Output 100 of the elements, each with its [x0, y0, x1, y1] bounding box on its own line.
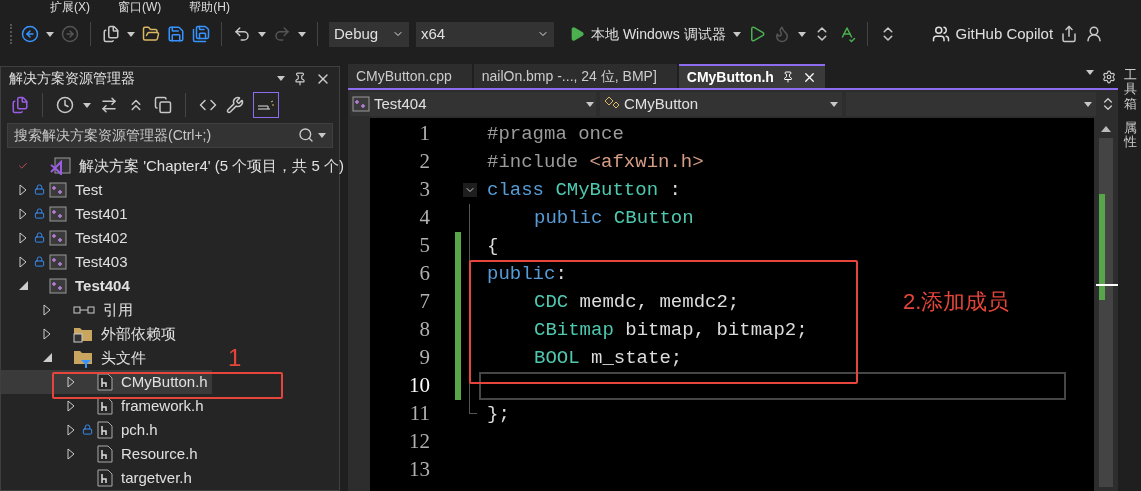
side-tab[interactable]: 属性	[1123, 120, 1137, 150]
editor-tab[interactable]: nailOn.bmp -..., 24 位, BMP]	[473, 64, 677, 88]
folder-icon	[73, 325, 93, 343]
item-label: Test402	[75, 227, 128, 248]
menu-item[interactable]: 窗口(W)	[118, 0, 162, 14]
caret-icon[interactable]	[1086, 70, 1094, 75]
project-dropdown[interactable]: Test404	[350, 92, 596, 116]
tree-item[interactable]: 外部依赖项	[1, 322, 180, 346]
tree-item[interactable]: Test	[1, 178, 107, 202]
line-number: 1	[418, 120, 430, 148]
menu-item[interactable]: 扩展(X)	[50, 0, 90, 14]
save-icon[interactable]	[167, 25, 185, 43]
settings-icon[interactable]	[1102, 70, 1116, 84]
caret-icon[interactable]	[83, 103, 91, 108]
pin-icon[interactable]	[781, 71, 794, 83]
wrench-icon[interactable]	[226, 96, 244, 115]
expand-arrow-icon[interactable]	[19, 184, 27, 196]
line-number: 13	[408, 456, 430, 484]
caret-icon[interactable]	[277, 76, 285, 82]
caret-icon[interactable]	[1084, 101, 1092, 107]
code-token: :	[555, 262, 567, 285]
configuration-dropdown[interactable]: Debug	[329, 21, 409, 47]
share-icon[interactable]	[1060, 25, 1079, 43]
platform-dropdown[interactable]: x64	[416, 21, 554, 47]
editor-tab[interactable]: CMyButton.h	[678, 64, 825, 88]
save-all-icon[interactable]	[192, 25, 210, 43]
code-token: BOOL	[534, 346, 580, 369]
caret-icon[interactable]	[830, 101, 838, 107]
new-item-icon[interactable]	[102, 25, 120, 43]
history-icon[interactable]	[56, 96, 74, 115]
caret-icon[interactable]	[586, 101, 594, 107]
tree-item[interactable]: framework.h	[1, 394, 208, 418]
caret-icon[interactable]	[732, 31, 741, 37]
tree-item[interactable]: 头文件	[1, 346, 150, 370]
scroll-up-icon[interactable]	[1101, 126, 1111, 132]
item-label: Test	[75, 179, 103, 200]
caret-icon[interactable]	[298, 31, 306, 37]
sync-icon[interactable]	[100, 96, 118, 115]
expand-arrow-icon[interactable]	[43, 304, 51, 316]
copy-icon[interactable]	[154, 96, 172, 115]
tree-item[interactable]: Test403	[1, 250, 132, 274]
code-token: CMyButton	[554, 178, 659, 201]
line-number: 2	[418, 148, 430, 176]
header-file-icon	[97, 445, 113, 463]
project-icon	[49, 181, 67, 199]
scope-dropdown[interactable]: CMyButton	[600, 92, 842, 116]
lock-icon	[33, 208, 45, 220]
caret-icon[interactable]	[797, 31, 806, 37]
item-label: CMyButton.h	[121, 371, 208, 392]
caret-icon[interactable]	[127, 31, 135, 37]
item-label: targetver.h	[121, 467, 192, 488]
solution-icon	[49, 157, 71, 175]
tree-item[interactable]: CMyButton.h	[1, 370, 212, 394]
line-number: 9	[418, 344, 430, 372]
collapse-arrow-icon[interactable]	[42, 353, 52, 363]
tree-item[interactable]: Test404	[1, 274, 134, 298]
line-number: 11	[408, 400, 430, 428]
tree-item[interactable]: 引用	[1, 298, 137, 322]
expand-arrow-icon[interactable]	[67, 424, 75, 436]
start-debug-button[interactable]: 本地 Windows 调试器	[569, 23, 726, 45]
editor-tab[interactable]: CMyButton.cpp	[348, 64, 472, 88]
line-number: 4	[418, 204, 430, 232]
expand-arrow-icon[interactable]	[19, 256, 27, 268]
pin-icon[interactable]	[293, 71, 307, 86]
caret-icon[interactable]	[46, 31, 54, 37]
user-icon[interactable]	[1085, 25, 1104, 43]
menu-item[interactable]: 帮助(H)	[189, 0, 230, 14]
code-token: {	[487, 234, 499, 257]
expand-arrow-icon[interactable]	[67, 376, 75, 388]
side-tab[interactable]: 工具箱	[1123, 68, 1137, 111]
back-icon[interactable]	[21, 25, 39, 43]
expand-arrow-icon[interactable]	[19, 232, 27, 244]
undo-icon[interactable]	[233, 25, 251, 43]
code-token: <afxwin.h>	[588, 150, 704, 173]
open-folder-icon[interactable]	[142, 25, 160, 43]
tree-item[interactable]: Test402	[1, 226, 132, 250]
expand-arrow-icon[interactable]	[67, 448, 75, 460]
caret-icon[interactable]	[258, 31, 266, 37]
expand-arrow-icon[interactable]	[19, 208, 27, 220]
tree-item[interactable]: 解决方案 'Chapter4' (5 个项目，共 5 个)	[1, 154, 348, 178]
item-label: 引用	[103, 299, 133, 320]
expand-arrow-icon[interactable]	[43, 328, 51, 340]
preview-toggle[interactable]	[253, 92, 279, 119]
copilot-button[interactable]: GitHub Copilot	[931, 22, 1054, 46]
lock-icon	[33, 184, 45, 196]
collapse-arrow-icon[interactable]	[18, 281, 28, 291]
tree-item[interactable]: Test401	[1, 202, 132, 226]
fold-toggle[interactable]	[463, 183, 477, 197]
search-field[interactable]: 搜索解决方案资源管理器(Ctrl+;)	[7, 122, 333, 148]
tree-item[interactable]: targetver.h	[1, 466, 196, 490]
caret-icon[interactable]	[318, 132, 326, 138]
solution-view-icon[interactable]	[11, 96, 29, 115]
expand-arrow-icon[interactable]	[67, 400, 75, 412]
project-icon	[49, 205, 67, 223]
item-label: Resource.h	[121, 443, 198, 464]
project-icon	[49, 277, 67, 295]
scrollbar[interactable]	[1094, 118, 1118, 491]
tree-item[interactable]: pch.h	[1, 418, 162, 442]
tree-item[interactable]: Resource.h	[1, 442, 202, 466]
annotation-label: 2.添加成员	[903, 288, 1010, 316]
